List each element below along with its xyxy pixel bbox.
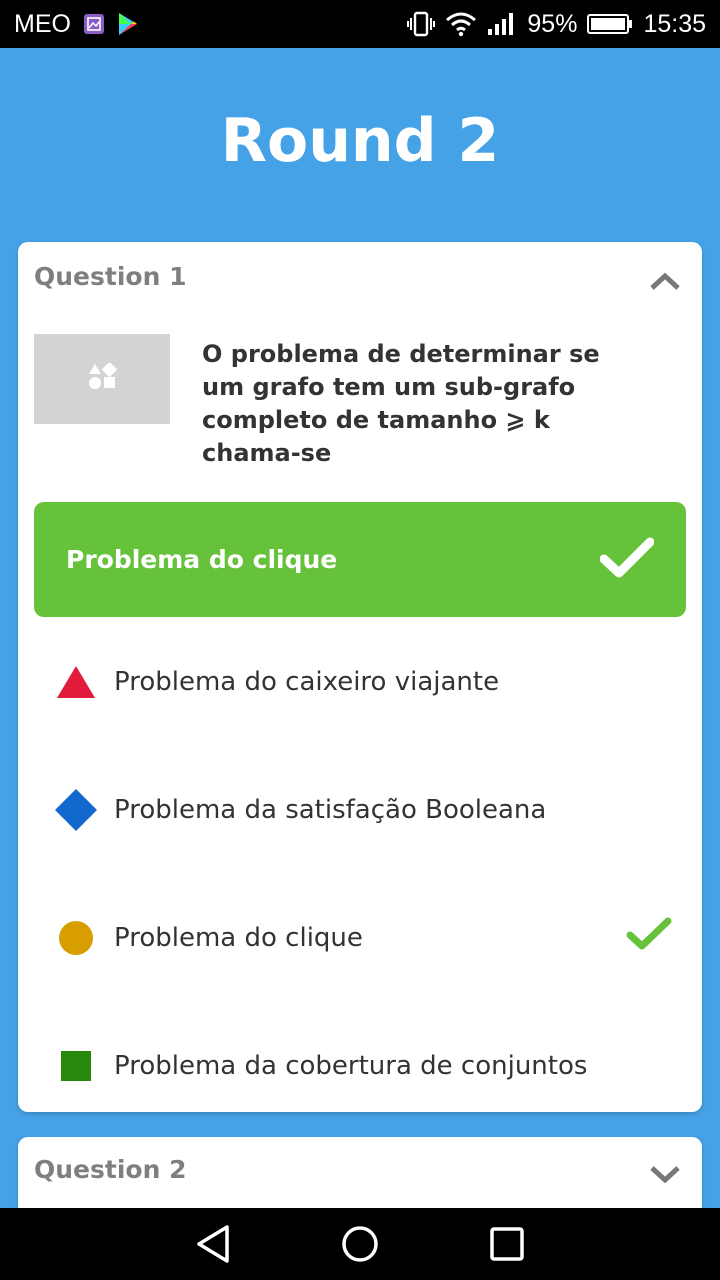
- check-icon: [626, 916, 672, 956]
- answer-option-label: Problema da satisfação Booleana: [114, 795, 547, 825]
- signal-icon: [487, 12, 517, 36]
- correct-answer-banner: Problema do clique: [34, 502, 686, 617]
- recent-apps-icon[interactable]: [477, 1214, 537, 1274]
- answer-option: Problema da cobertura de conjuntos: [54, 1036, 686, 1096]
- status-bar: MEO 95% 15:35: [0, 0, 720, 48]
- carrier-label: MEO: [14, 9, 71, 38]
- question-card: Question 1 O problema de determinar se u…: [18, 242, 702, 1112]
- navigation-bar: [0, 1208, 720, 1280]
- question-label[interactable]: Question 1: [34, 262, 186, 291]
- play-store-icon: [117, 12, 139, 36]
- battery-icon: [587, 13, 633, 35]
- answer-option-label: Problema do caixeiro viajante: [114, 667, 500, 697]
- correct-answer-label: Problema do clique: [66, 545, 338, 574]
- battery-percentage: 95%: [527, 9, 578, 38]
- question-label[interactable]: Question 2: [34, 1155, 186, 1184]
- square-icon: [54, 1044, 98, 1088]
- page-title: Round 2: [220, 106, 500, 176]
- shapes-icon: [87, 361, 118, 395]
- gallery-notification-icon: [83, 13, 105, 35]
- wifi-icon: [445, 11, 477, 37]
- triangle-icon: [54, 660, 98, 704]
- answer-option-correct: Problema do clique: [54, 908, 686, 968]
- answer-option-label: Problema da cobertura de conjuntos: [114, 1051, 588, 1081]
- chevron-up-icon[interactable]: [650, 270, 680, 292]
- answer-option-label: Problema do clique: [114, 923, 363, 953]
- vibrate-icon: [407, 11, 436, 37]
- diamond-icon: [54, 788, 98, 832]
- answer-option: Problema do caixeiro viajante: [54, 652, 686, 712]
- clock: 15:35: [643, 9, 706, 38]
- back-icon[interactable]: [183, 1214, 243, 1274]
- check-icon: [599, 537, 655, 583]
- question-image-placeholder: [34, 334, 170, 424]
- question-text: O problema de determinar se um grafo tem…: [202, 340, 600, 467]
- chevron-down-icon[interactable]: [650, 1163, 680, 1185]
- home-icon[interactable]: [330, 1214, 390, 1274]
- circle-icon: [54, 916, 98, 960]
- answer-option: Problema da satisfação Booleana: [54, 780, 686, 840]
